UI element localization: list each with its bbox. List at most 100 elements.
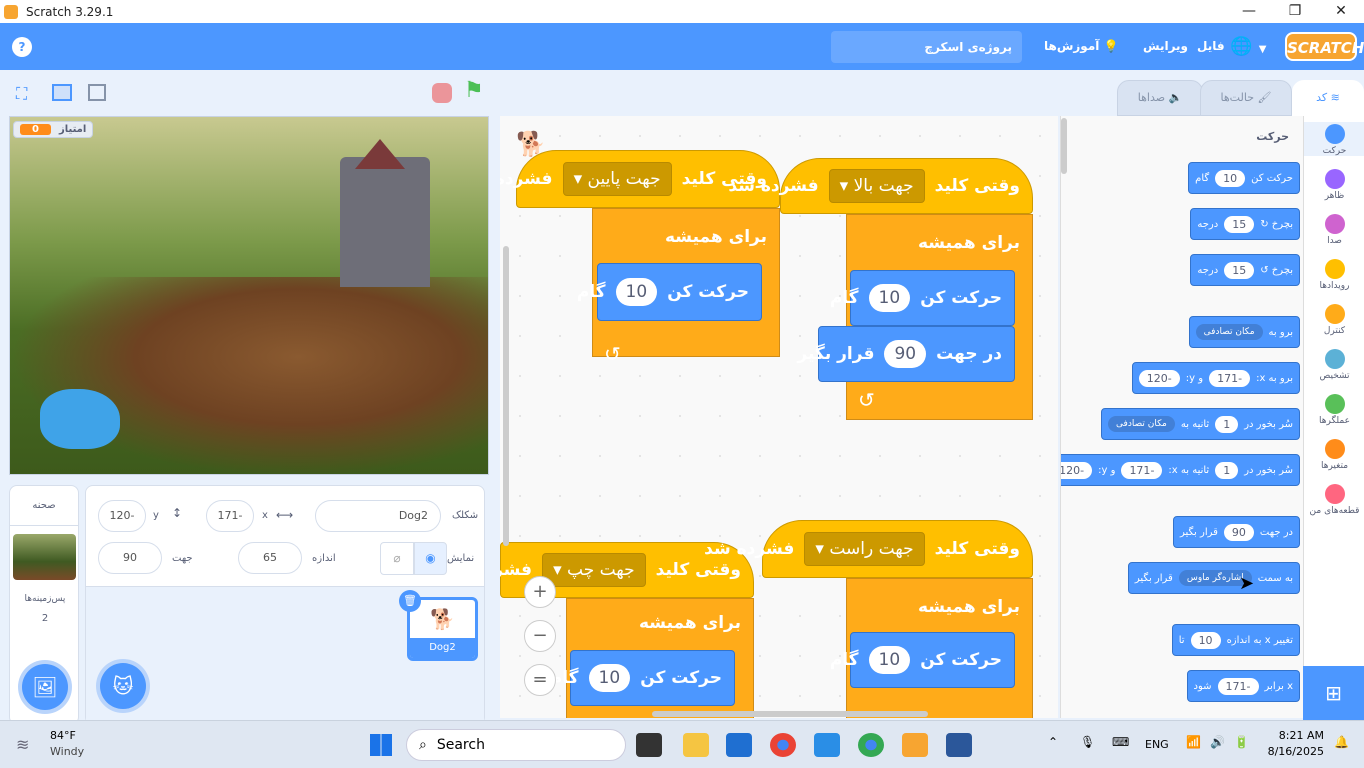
palette-block[interactable]: برو به مکان تصادفی — [1188, 316, 1300, 348]
block-input[interactable]: 10 — [1190, 631, 1221, 649]
block-dropdown[interactable]: مکان تصادفی — [1195, 324, 1263, 340]
tab-sounds[interactable]: 🔈 صداها — [1117, 80, 1203, 116]
file-explorer-icon[interactable] — [683, 733, 709, 757]
category-7[interactable]: متغیرها — [1304, 437, 1364, 471]
stop-icon[interactable] — [432, 83, 452, 103]
add-sprite-button[interactable]: 🐱 — [100, 663, 146, 709]
key-dropdown[interactable]: جهت چپ ▾ — [542, 553, 646, 587]
tab-code[interactable]: ≋ کد — [1292, 80, 1364, 116]
green-flag-icon[interactable]: ⚑ — [464, 78, 484, 103]
size-input[interactable]: 65 — [238, 542, 302, 574]
zoom-reset-button[interactable]: = — [524, 664, 556, 696]
y-input[interactable]: -120 — [98, 500, 146, 532]
chevron-up-icon[interactable]: ⌃ — [1048, 735, 1058, 749]
zoom-out-button[interactable]: − — [524, 620, 556, 652]
block-dropdown[interactable]: مکان تصادفی — [1108, 416, 1175, 432]
point-direction-block[interactable]: در جهت 90 قرار بگیر — [797, 326, 1015, 382]
stage-selector[interactable]: صحنه پس‌زمینه‌ها 2 🖼 — [9, 485, 79, 725]
scratch-taskbar-icon[interactable] — [902, 733, 928, 757]
palette-block[interactable]: سُر بخور در 1 ثانیه به مکان تصادفی — [1101, 408, 1300, 440]
block-input[interactable]: -120 — [1138, 369, 1180, 387]
volume-icon[interactable]: 🔊 — [1210, 735, 1225, 749]
task-view-icon[interactable] — [636, 733, 662, 757]
add-extension-button[interactable]: ⊞ — [1303, 666, 1364, 720]
block-input[interactable]: 15 — [1224, 261, 1255, 279]
edit-menu[interactable]: ویرایش — [1143, 23, 1188, 70]
steps-input[interactable]: 10 — [615, 278, 658, 306]
delete-sprite-icon[interactable]: 🗑 — [399, 590, 421, 612]
when-key-pressed-block[interactable]: وقتی کلید جهت راست ▾ فشرده شد — [704, 520, 1033, 578]
chrome-profile-icon[interactable] — [858, 733, 884, 757]
clock-date[interactable]: 8/16/2025 — [1260, 745, 1324, 758]
palette-scrollbar[interactable] — [1061, 118, 1067, 174]
direction-input[interactable]: 90 — [884, 340, 927, 368]
block-input[interactable]: -171 — [1209, 369, 1251, 387]
palette-block[interactable]: بچرخ ↻ 15 درجه — [1190, 208, 1300, 240]
wifi-icon[interactable]: 📶 — [1186, 735, 1201, 749]
dog-sprite[interactable] — [40, 389, 120, 449]
x-input[interactable]: -171 — [206, 500, 254, 532]
palette-block[interactable]: به سمت اشاره‌گر ماوس قرار بگیر — [1127, 562, 1300, 594]
steps-input[interactable]: 10 — [868, 646, 911, 674]
category-8[interactable]: قطعه‌های من — [1304, 482, 1364, 516]
when-key-pressed-block[interactable]: وقتی کلید جهت بالا ▾ فشرده شد — [728, 158, 1033, 214]
block-input[interactable]: 15 — [1224, 215, 1255, 233]
key-dropdown[interactable]: جهت راست ▾ — [804, 532, 925, 566]
battery-icon[interactable]: 🔋 — [1234, 735, 1249, 749]
move-steps-block[interactable]: حرکت کن 10 گام — [830, 632, 1015, 688]
add-backdrop-button[interactable]: 🖼 — [22, 664, 68, 710]
category-6[interactable]: عملگرها — [1304, 392, 1364, 426]
windows-start-icon[interactable] — [370, 734, 392, 756]
stage[interactable]: 0 امتیاز — [9, 116, 489, 475]
key-dropdown[interactable]: جهت بالا ▾ — [828, 169, 925, 203]
palette-block[interactable]: حرکت کن 10 گام — [1188, 162, 1300, 194]
block-input[interactable]: 1 — [1215, 461, 1239, 479]
word-icon[interactable] — [946, 733, 972, 757]
maximize-button[interactable]: ❐ — [1272, 0, 1318, 23]
block-input[interactable]: -120 — [1061, 461, 1093, 479]
direction-input[interactable]: 90 — [98, 542, 162, 574]
show-button[interactable]: ◉ — [414, 542, 447, 575]
move-steps-block[interactable]: حرکت کن 10 گام — [830, 270, 1015, 326]
large-stage-button[interactable] — [88, 84, 106, 101]
block-input[interactable]: -171 — [1217, 677, 1259, 695]
sprite-name-input[interactable]: Dog2 — [315, 500, 441, 532]
tab-costumes[interactable]: 🖌 حالت‌ها — [1200, 80, 1292, 116]
category-0[interactable]: حرکت — [1304, 122, 1364, 156]
vscode-icon[interactable] — [814, 733, 840, 757]
taskbar-search[interactable]: ⌕ Search — [406, 729, 626, 761]
code-workspace[interactable]: 🐕 وقتی کلید جهت پایین ▾ فشرده شد برای هم… — [500, 116, 1058, 718]
steps-input[interactable]: 10 — [588, 664, 631, 692]
clock-time[interactable]: 8:21 AM — [1268, 729, 1324, 742]
block-input[interactable]: -171 — [1121, 461, 1163, 479]
key-dropdown[interactable]: جهت پایین ▾ — [562, 162, 672, 196]
category-4[interactable]: کنترل — [1304, 302, 1364, 336]
palette-block[interactable]: در جهت 90 قرار بگیر — [1172, 516, 1300, 548]
keyboard-icon[interactable]: ⌨ — [1112, 735, 1129, 749]
category-1[interactable]: ظاهر — [1304, 167, 1364, 201]
hide-button[interactable]: ⌀ — [380, 542, 414, 575]
minimize-button[interactable]: — — [1226, 0, 1272, 23]
help-button[interactable]: ? — [12, 37, 32, 57]
palette-block[interactable]: برو به x: -171 و y: -120 — [1131, 362, 1300, 394]
block-input[interactable]: 1 — [1215, 415, 1239, 433]
vertical-scrollbar[interactable] — [503, 246, 509, 546]
steps-input[interactable]: 10 — [868, 284, 911, 312]
language-menu[interactable]: ▼ 🌐 — [1230, 23, 1266, 70]
palette-block[interactable]: تغییر x به اندازه 10 تا — [1171, 624, 1300, 656]
language-indicator[interactable]: ENG — [1145, 738, 1169, 751]
horizontal-scrollbar[interactable] — [652, 711, 928, 717]
project-title-input[interactable]: پروژه‌ی اسکرچ — [831, 31, 1022, 63]
palette-block[interactable]: x برابر -171 شود — [1186, 670, 1300, 702]
fullscreen-icon[interactable]: ⛶ — [16, 84, 27, 104]
category-5[interactable]: تشخیص — [1304, 347, 1364, 381]
block-input[interactable]: 90 — [1223, 523, 1254, 541]
move-steps-block[interactable]: حرکت کن 10 گام — [577, 263, 762, 321]
zoom-in-button[interactable]: + — [524, 576, 556, 608]
category-3[interactable]: رویدادها — [1304, 257, 1364, 291]
notification-icon[interactable]: 🔔 — [1334, 735, 1349, 749]
move-steps-block[interactable]: حرکت کن 10 گام — [550, 650, 735, 706]
palette-block[interactable]: بچرخ ↺ 15 درجه — [1190, 254, 1300, 286]
close-button[interactable]: ✕ — [1318, 0, 1364, 23]
chrome-icon[interactable] — [770, 733, 796, 757]
